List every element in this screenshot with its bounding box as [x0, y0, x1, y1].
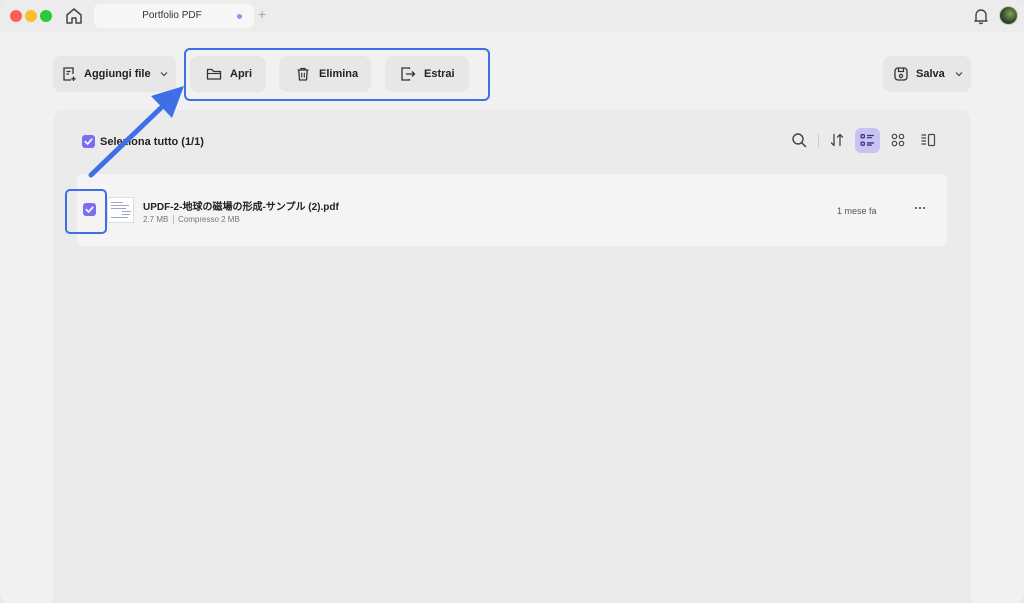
save-label: Salva [916, 68, 945, 80]
detail-view-icon[interactable] [920, 132, 936, 148]
new-tab-button[interactable]: + [258, 6, 266, 22]
delete-label: Elimina [319, 68, 359, 80]
file-modified-date: 1 mese fa [837, 206, 877, 216]
zoom-window-button[interactable] [40, 10, 52, 22]
grid-view-icon[interactable] [890, 132, 906, 148]
meta-divider [173, 215, 174, 224]
save-icon [894, 67, 908, 81]
add-file-button[interactable]: Aggiungi file [53, 56, 176, 92]
trash-icon [297, 67, 309, 81]
file-thumbnail [107, 197, 134, 223]
row-checkbox[interactable] [83, 203, 96, 216]
toolbar-divider [818, 134, 819, 148]
chevron-down-icon [955, 72, 963, 77]
title-bar: Portfolio PDF + [0, 0, 1024, 32]
avatar[interactable] [999, 6, 1018, 25]
extract-icon [401, 67, 416, 81]
search-icon[interactable] [791, 132, 807, 148]
file-name: UPDF-2-地球の磁場の形成-サンプル (2).pdf [143, 202, 339, 213]
open-button[interactable]: Apri [190, 56, 266, 92]
more-options-icon[interactable] [913, 203, 927, 213]
check-icon [84, 138, 93, 145]
delete-button[interactable]: Elimina [279, 56, 371, 92]
tab-portfolio-pdf[interactable]: Portfolio PDF [94, 4, 254, 28]
file-size: 2.7 MB [143, 215, 169, 224]
tab-unsaved-dot [237, 14, 242, 19]
folder-icon [206, 68, 222, 80]
close-window-button[interactable] [10, 10, 22, 22]
save-button[interactable]: Salva [883, 56, 971, 92]
add-file-label: Aggiungi file [84, 68, 151, 80]
tab-title: Portfolio PDF [142, 10, 202, 21]
sort-icon[interactable] [829, 132, 845, 148]
extract-button[interactable]: Estrai [385, 56, 469, 92]
open-label: Apri [230, 68, 252, 80]
chevron-down-icon [160, 72, 168, 77]
list-view-icon [860, 134, 874, 146]
file-compressed-size: Compresso 2 MB [178, 215, 240, 224]
minimize-window-button[interactable] [25, 10, 37, 22]
extract-label: Estrai [424, 68, 455, 80]
home-icon[interactable] [64, 6, 84, 26]
select-all-checkbox[interactable] [82, 135, 95, 148]
app-window: Portfolio PDF + Aggiungi file Apri Elimi… [0, 0, 1024, 603]
bell-icon[interactable] [972, 7, 990, 25]
check-icon [85, 206, 94, 213]
select-all-label: Seleziona tutto (1/1) [100, 136, 204, 148]
add-file-icon [63, 67, 76, 81]
list-view-button[interactable] [855, 128, 880, 153]
